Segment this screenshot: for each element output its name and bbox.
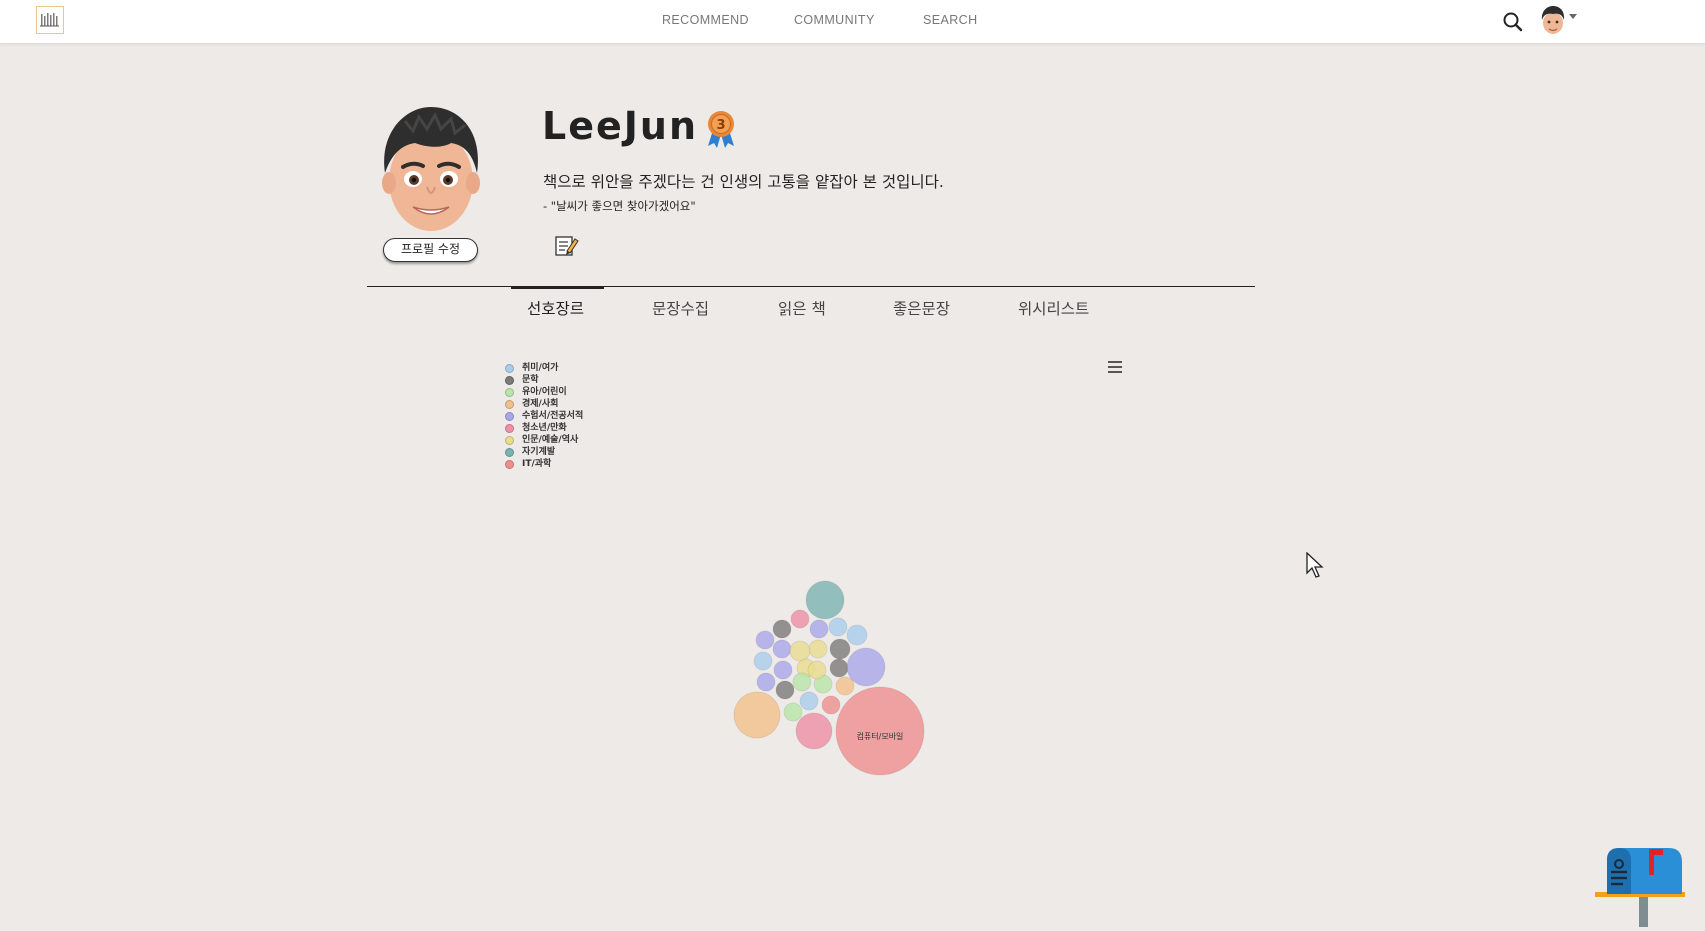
genre-bubble[interactable] — [821, 695, 841, 715]
genre-bubble[interactable] — [755, 630, 775, 650]
genre-bubble[interactable] — [795, 712, 833, 750]
genre-bubble[interactable] — [846, 647, 886, 687]
genre-bubble[interactable] — [772, 639, 792, 659]
genre-bubble[interactable] — [807, 660, 827, 680]
genre-bubble[interactable] — [775, 680, 795, 700]
genre-bubble[interactable] — [809, 619, 829, 639]
genre-bubble[interactable] — [846, 624, 868, 646]
genre-bubble[interactable] — [805, 580, 845, 620]
genre-bubble[interactable] — [792, 672, 812, 692]
genre-bubble[interactable] — [733, 691, 781, 739]
genre-bubble[interactable] — [835, 686, 925, 776]
genre-bubble[interactable] — [808, 639, 828, 659]
genre-bubble[interactable] — [828, 617, 848, 637]
genre-bubble[interactable] — [753, 651, 773, 671]
genre-bubble[interactable] — [799, 691, 819, 711]
genre-bubble-chart: 컴퓨터/모바일 — [733, 580, 925, 776]
genre-bubble[interactable] — [772, 619, 792, 639]
genre-bubble[interactable] — [783, 702, 803, 722]
bubble-label: 컴퓨터/모바일 — [857, 731, 904, 741]
genre-bubble[interactable] — [829, 638, 851, 660]
genre-bubble[interactable] — [835, 676, 855, 696]
genre-bubble[interactable] — [790, 609, 810, 629]
mailbox-icon[interactable] — [1595, 846, 1686, 927]
genre-bubble[interactable] — [756, 672, 776, 692]
mouse-cursor-icon — [1306, 551, 1326, 582]
genre-bubble[interactable] — [773, 660, 793, 680]
genre-bubble[interactable] — [829, 658, 849, 678]
genre-bubble[interactable] — [789, 640, 811, 662]
